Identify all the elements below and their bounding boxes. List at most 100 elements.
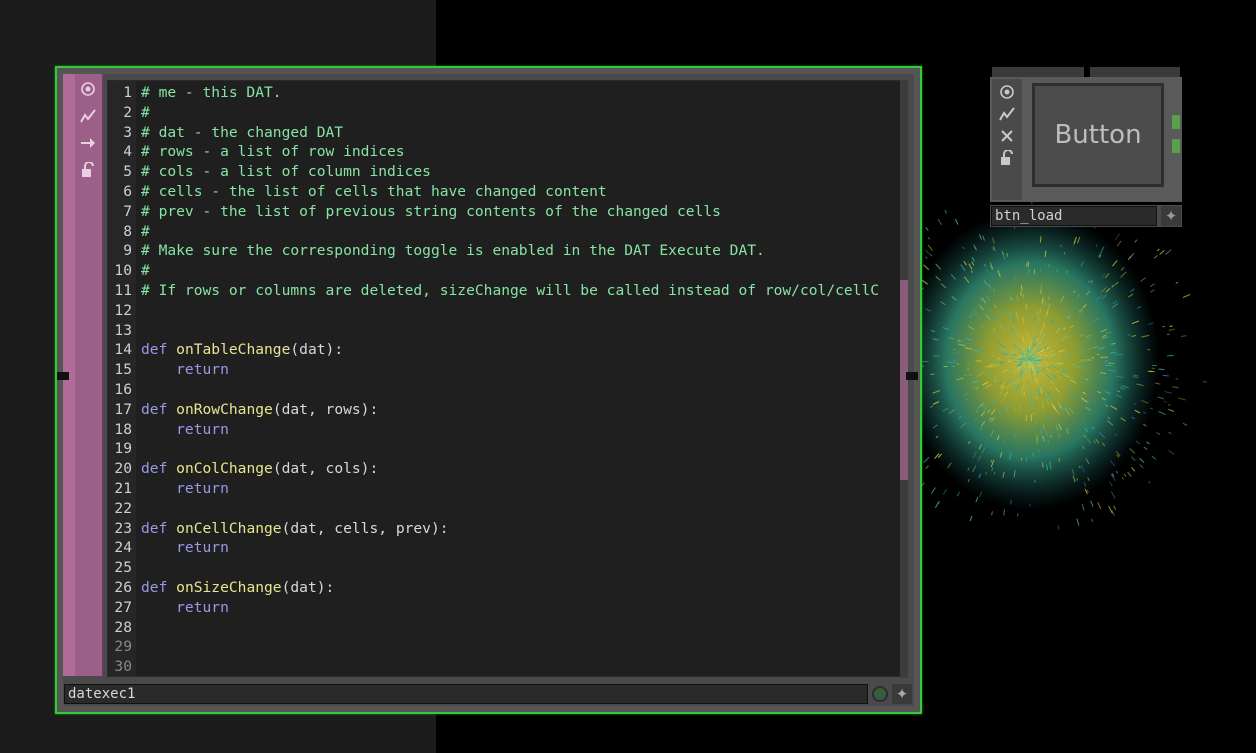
code-text: def onRowChange(dat, rows): — [141, 400, 378, 420]
node-flags-column — [992, 79, 1022, 200]
output-connector[interactable] — [1172, 139, 1180, 153]
line-number: 6 — [123, 183, 132, 200]
dat-execute-node[interactable]: 1 # me - this DAT. 2 #3 # dat - the changed … — [55, 66, 922, 714]
code-text: return — [141, 420, 229, 440]
node-flags-column — [75, 74, 103, 676]
output-connector[interactable] — [1172, 115, 1180, 129]
code-token: # cols - a list of column indices — [141, 163, 431, 181]
code-token: onSizeChange — [176, 579, 282, 596]
code-token: (dat): — [281, 579, 335, 596]
code-text: return — [141, 538, 229, 558]
line-number: 18 — [114, 420, 132, 438]
code-text: # — [141, 103, 150, 123]
button-comp-node[interactable]: Button btn_load ✦ — [990, 67, 1182, 227]
viewer-flag-icon[interactable] — [78, 79, 98, 99]
code-token: (dat): — [290, 341, 344, 359]
code-token: def — [141, 460, 177, 478]
code-token: def — [141, 579, 177, 596]
code-text: # cols - a list of column indices — [141, 162, 431, 182]
code-editor[interactable]: 1 # me - this DAT. 2 #3 # dat - the changed … — [107, 80, 901, 677]
lock-icon[interactable] — [78, 160, 98, 180]
code-text: def onSizeChange(dat): — [141, 578, 334, 598]
code-text: # dat - the changed DAT — [141, 123, 343, 143]
line-number: 23 — [114, 519, 132, 537]
code-token: return — [141, 480, 229, 497]
line-number: 13 — [114, 321, 132, 339]
line-number: 22 — [114, 499, 132, 517]
close-x-icon[interactable] — [997, 126, 1017, 146]
viewer-toggle-icon[interactable] — [872, 686, 888, 702]
code-text: # Make sure the corresponding toggle is … — [141, 241, 765, 261]
code-token: # prev - the list of previous string con… — [141, 202, 721, 220]
scrollbar-thumb[interactable] — [900, 280, 908, 480]
line-number: 29 — [114, 638, 132, 656]
code-token: return — [141, 361, 229, 379]
code-token: return — [141, 539, 229, 557]
node-name-bar: datexec1 ✦ — [63, 682, 914, 706]
line-number: 20 — [114, 460, 132, 478]
code-token: # cells - the list of cells that have ch… — [141, 183, 607, 200]
code-token: onColChange — [176, 460, 273, 478]
input-connector[interactable] — [57, 372, 69, 380]
line-number: 25 — [114, 559, 132, 577]
plus-star-icon[interactable]: ✦ — [892, 684, 912, 704]
code-text: return — [141, 360, 229, 380]
code-token: onTableChange — [176, 341, 291, 359]
cook-flag-icon[interactable] — [78, 106, 98, 126]
code-text: # me - this DAT. — [141, 83, 282, 103]
line-number: 16 — [114, 381, 132, 398]
line-number: 5 — [123, 163, 132, 181]
code-text: def onCellChange(dat, cells, prev): — [141, 519, 449, 539]
lock-icon[interactable] — [997, 148, 1017, 168]
code-token: return — [141, 598, 229, 616]
code-text: return — [141, 598, 229, 618]
line-number: 3 — [123, 123, 132, 141]
line-number: 15 — [114, 361, 132, 379]
line-number: 9 — [123, 242, 132, 260]
line-number: 10 — [114, 262, 132, 280]
output-connector[interactable] — [906, 372, 918, 380]
code-token: return — [141, 420, 229, 438]
code-token: (dat, rows): — [272, 400, 379, 418]
code-token: def — [141, 341, 177, 359]
bypass-arrow-icon[interactable] — [78, 133, 98, 153]
code-token: # If rows or columns are deleted, sizeCh… — [141, 282, 880, 299]
code-token: (dat, cols): — [272, 460, 379, 478]
node-name-field[interactable]: datexec1 — [64, 684, 868, 704]
code-token: # — [141, 262, 150, 280]
line-number: 12 — [114, 301, 132, 319]
node-name-bar: btn_load ✦ — [990, 205, 1182, 227]
code-text: def onTableChange(dat): — [141, 340, 343, 360]
code-token: # Make sure the corresponding toggle is … — [141, 242, 765, 260]
code-text: # — [141, 261, 150, 281]
viewer-flag-icon[interactable] — [997, 82, 1017, 102]
code-token: def — [141, 400, 177, 418]
code-text: # cells - the list of cells that have ch… — [141, 182, 607, 202]
code-text: # — [141, 222, 150, 242]
line-number: 2 — [123, 103, 132, 121]
cook-flag-icon[interactable] — [997, 104, 1017, 124]
code-token: def — [141, 519, 177, 537]
code-token: onRowChange — [176, 400, 273, 418]
code-token: (dat, cells, prev): — [281, 519, 449, 537]
code-text: return — [141, 479, 229, 499]
line-number: 14 — [114, 341, 132, 359]
line-number: 11 — [114, 282, 132, 299]
node-name-field[interactable]: btn_load — [991, 206, 1157, 226]
code-token: # dat - the changed DAT — [141, 123, 344, 141]
code-token: # — [141, 222, 150, 240]
plus-star-icon[interactable]: ✦ — [1161, 206, 1181, 226]
code-text: # prev - the list of previous string con… — [141, 202, 721, 222]
code-token: # — [141, 103, 150, 121]
dat-node-body: 1 # me - this DAT. 2 #3 # dat - the changed … — [57, 74, 918, 706]
line-number: 21 — [114, 480, 132, 497]
code-token: onCellChange — [176, 519, 282, 537]
line-number: 1 — [123, 84, 132, 101]
line-number: 8 — [123, 222, 132, 240]
line-number: 27 — [114, 598, 132, 616]
line-number: 28 — [114, 618, 132, 636]
button-viewer[interactable]: Button — [1032, 83, 1164, 187]
node-top-tab — [992, 67, 1084, 77]
line-number: 30 — [114, 658, 132, 676]
line-number: 26 — [114, 579, 132, 596]
